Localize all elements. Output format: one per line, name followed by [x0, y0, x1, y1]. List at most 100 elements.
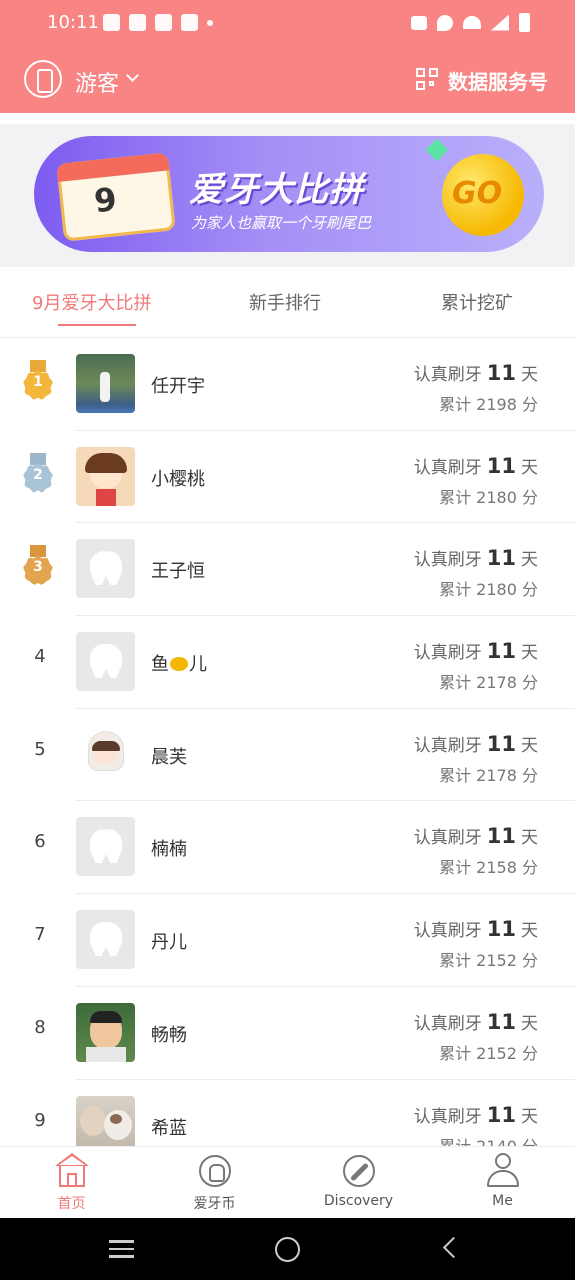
user-name: 楠楠	[151, 839, 187, 861]
wifi-calling-icon	[437, 14, 453, 31]
tooth-icon	[90, 829, 122, 864]
go-label: GO	[452, 176, 503, 211]
system-navigation-bar	[0, 1218, 575, 1280]
banner-subtitle: 为家人也赢取一个牙刷尾巴	[191, 214, 372, 232]
tooth-icon	[90, 922, 122, 957]
avatar[interactable]	[76, 817, 135, 877]
silver-medal-icon: 2	[22, 452, 54, 497]
list-item[interactable]: 2 小樱桃 认真刷牙 11 天 累计 2180 分	[0, 431, 575, 524]
app-notification-icon	[129, 14, 146, 31]
user-switcher-label[interactable]: 游客	[75, 66, 119, 98]
user-name: 鱼儿	[151, 654, 207, 676]
ranking-list[interactable]: 1 任开宇 认真刷牙 11 天 累计 2198 分 2 小樱桃 认真刷牙 11 天 累计…	[0, 338, 575, 1146]
user-name: 丹儿	[151, 932, 187, 954]
list-item[interactable]: 5 晨芙 认真刷牙 11 天 累计 2178 分	[0, 709, 575, 802]
home-circle-icon[interactable]	[275, 1237, 300, 1262]
banner-section: 9 爱牙大比拼 为家人也赢取一个牙刷尾巴 GO	[0, 124, 575, 267]
brush-days: 认真刷牙 11 天	[413, 917, 538, 942]
banner-title: 爱牙大比拼	[189, 170, 364, 210]
wifi-icon	[463, 16, 481, 29]
ranking-tabs: 9月爱牙大比拼 新手排行 累计挖矿	[0, 267, 575, 338]
chevron-down-icon[interactable]	[126, 69, 139, 82]
avatar[interactable]	[76, 1095, 135, 1146]
total-points: 累计 2180 分	[439, 487, 538, 507]
list-item[interactable]: 4 鱼儿 认真刷牙 11 天 累计 2178 分	[0, 616, 575, 709]
recent-apps-icon[interactable]	[109, 1240, 134, 1258]
fish-emoji-icon	[170, 657, 188, 672]
data-service-button[interactable]: 数据服务号	[448, 66, 548, 95]
total-points: 累计 2178 分	[439, 673, 538, 693]
avatar[interactable]	[76, 632, 135, 692]
battery-icon	[519, 13, 530, 32]
tab-newbie-ranking[interactable]: 新手排行	[249, 289, 321, 315]
device-icon[interactable]	[24, 60, 62, 98]
bottom-navigation: 首页 爱牙币 Discovery Me	[0, 1146, 575, 1218]
total-points: 累计 2158 分	[439, 858, 538, 878]
more-dot-icon	[207, 19, 213, 26]
tooth-icon	[90, 551, 122, 586]
brush-days: 认真刷牙 11 天	[413, 361, 538, 385]
user-name: 畅畅	[151, 1024, 187, 1046]
nav-me[interactable]: Me	[431, 1147, 574, 1219]
app-screen: 10:11 游客 数据服务号 9 爱牙大比拼 为家人也赢取一个牙刷尾巴 GO 9…	[0, 0, 575, 1280]
brush-days: 认真刷牙 11 天	[413, 1102, 538, 1127]
qr-grid-icon[interactable]	[416, 68, 439, 91]
system-status-icons	[411, 13, 530, 32]
avatar[interactable]	[76, 446, 135, 506]
app-header: 游客 数据服务号	[0, 48, 575, 113]
list-item[interactable]: 6 楠楠 认真刷牙 11 天 累计 2158 分	[0, 801, 575, 895]
go-button[interactable]: GO	[442, 154, 524, 236]
list-item[interactable]: 3 王子恒 认真刷牙 11 天 累计 2180 分	[0, 523, 575, 617]
avatar[interactable]	[76, 539, 135, 599]
total-points: 累计 2152 分	[439, 951, 538, 971]
calendar-day: 9	[92, 180, 119, 221]
rank-number: 8	[34, 1016, 46, 1038]
user-name: 任开宇	[151, 376, 205, 397]
notification-icons	[103, 14, 213, 31]
calendar-icon: 9	[56, 152, 176, 242]
mail-icon	[155, 14, 172, 31]
total-points: 累计 2152 分	[439, 1043, 538, 1063]
status-bar: 10:11	[0, 0, 575, 48]
mail-icon	[181, 14, 198, 31]
total-points: 累计 2140 分	[439, 1136, 538, 1147]
brush-days: 认真刷牙 11 天	[413, 453, 538, 478]
rank-number: 4	[34, 646, 46, 668]
user-name: 晨芙	[151, 746, 187, 768]
avatar[interactable]	[76, 724, 135, 784]
avatar[interactable]	[76, 354, 135, 413]
brush-days: 认真刷牙 11 天	[413, 824, 538, 849]
nav-tooth-coin[interactable]: 爱牙币	[143, 1147, 286, 1219]
list-item[interactable]: 9 希蓝 认真刷牙 11 天 累计 2140 分	[0, 1080, 575, 1147]
user-name: 小樱桃	[151, 468, 205, 490]
active-tab-indicator	[58, 324, 136, 326]
signal-icon	[491, 14, 509, 31]
tab-cumulative-mining[interactable]: 累计挖矿	[441, 289, 513, 315]
total-points: 累计 2178 分	[439, 765, 538, 785]
brush-days: 认真刷牙 11 天	[413, 1009, 538, 1034]
list-item[interactable]: 1 任开宇 认真刷牙 11 天 累计 2198 分	[0, 338, 575, 431]
tooth-icon	[90, 644, 122, 679]
tooth-coin-icon	[197, 1153, 233, 1189]
list-item[interactable]: 8 畅畅 认真刷牙 11 天 累计 2152 分	[0, 987, 575, 1080]
contest-banner[interactable]: 9 爱牙大比拼 为家人也赢取一个牙刷尾巴 GO	[34, 136, 544, 252]
list-item[interactable]: 7 丹儿 认真刷牙 11 天 累计 2152 分	[0, 894, 575, 987]
brush-days: 认真刷牙 11 天	[413, 639, 538, 664]
person-icon	[485, 1153, 521, 1189]
rank-number: 5	[34, 738, 46, 760]
total-points: 累计 2198 分	[439, 395, 538, 414]
tab-monthly-contest[interactable]: 9月爱牙大比拼	[32, 289, 151, 315]
top-bar: 10:11 游客 数据服务号	[0, 0, 575, 113]
vibrate-icon	[411, 15, 427, 30]
avatar[interactable]	[76, 1002, 135, 1062]
total-points: 累计 2180 分	[439, 580, 538, 600]
nav-home[interactable]: 首页	[0, 1147, 143, 1219]
rank-number: 7	[34, 924, 46, 946]
avatar[interactable]	[76, 910, 135, 970]
nav-discovery[interactable]: Discovery	[287, 1147, 430, 1219]
telegram-icon	[103, 14, 120, 31]
user-name: 希蓝	[151, 1117, 187, 1139]
home-icon	[54, 1153, 90, 1189]
back-arrow-icon[interactable]	[442, 1236, 465, 1259]
bronze-medal-icon: 3	[22, 545, 54, 589]
